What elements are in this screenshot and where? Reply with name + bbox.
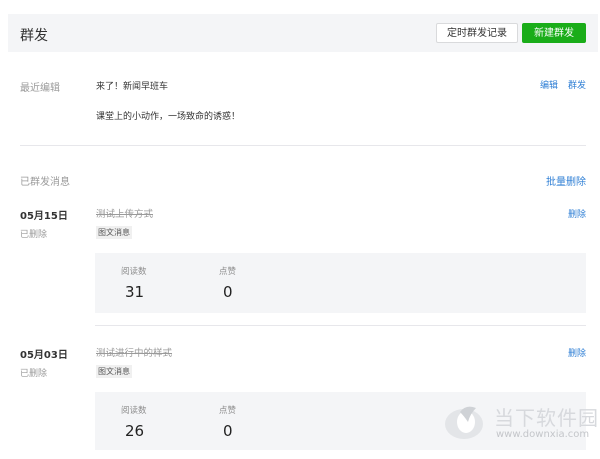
page-title: 群发 [20,28,48,44]
recent-edit-line2: 课堂上的小动作，一场致命的诱惑！ [96,112,241,122]
message-stats-panel: 阅读数 31 点赞 0 [95,253,586,313]
watermark-url: www.downxia.com [496,429,590,440]
reads-label: 阅读数 [121,406,147,416]
likes-label: 点赞 [219,267,237,277]
likes-label: 点赞 [219,406,237,416]
message-status: 已删除 [20,230,48,240]
message-date: 05月03日 [20,350,68,361]
send-link[interactable]: 群发 [568,78,586,91]
message-date: 05月15日 [20,211,68,222]
sent-messages-label: 已群发消息 [20,177,70,188]
message-type-tag: 图文消息 [96,365,132,378]
watermark-name: 当下软件园 [494,406,599,430]
reads-label: 阅读数 [121,267,147,277]
bulk-delete-link[interactable]: 批量删除 [546,173,586,188]
recent-edit-line1: 来了！新闻早班车 [96,82,169,92]
recent-edit-label: 最近编辑 [20,83,60,94]
reads-count: 26 [125,422,145,440]
message-title[interactable]: 测试上传方式 [96,206,153,220]
delete-link[interactable]: 删除 [568,207,586,220]
likes-count: 0 [223,422,233,440]
new-broadcast-button[interactable]: 新建群发 [522,23,586,43]
message-status: 已删除 [20,369,48,379]
message-type-tag: 图文消息 [96,226,132,239]
section-divider [20,145,586,146]
page-header: 群发 定时群发记录 新建群发 [8,14,598,52]
delete-link[interactable]: 删除 [568,346,586,359]
message-title[interactable]: 测试进行中的样式 [96,345,172,359]
reads-count: 31 [125,283,145,301]
watermark-logo-icon [445,406,483,439]
edit-link[interactable]: 编辑 [540,78,558,91]
scheduled-send-records-button[interactable]: 定时群发记录 [436,23,518,43]
message-divider [95,325,586,326]
likes-count: 0 [223,283,233,301]
